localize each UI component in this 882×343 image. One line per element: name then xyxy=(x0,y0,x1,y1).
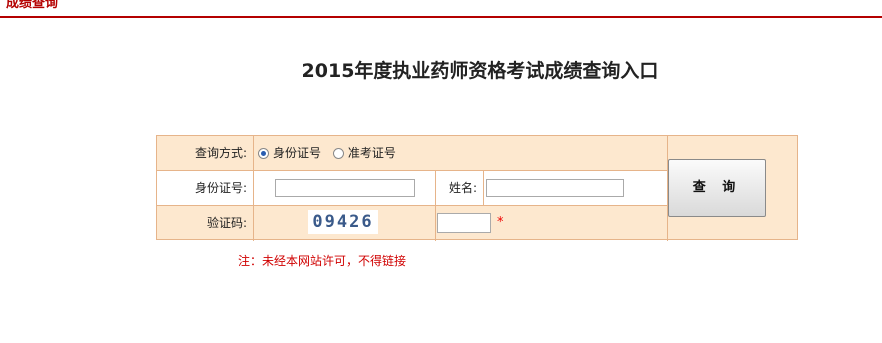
name-field[interactable] xyxy=(486,179,624,197)
name-cell xyxy=(484,171,667,205)
radio-ticket-number[interactable] xyxy=(332,148,344,159)
id-number-cell xyxy=(254,171,435,205)
id-number-label: 身份证号: xyxy=(157,171,253,205)
option-ticket-number[interactable]: 准考证号 xyxy=(332,146,396,160)
top-banner-text: 成绩查询 xyxy=(6,0,59,11)
id-number-field[interactable] xyxy=(275,179,415,197)
option-id-number[interactable]: 身份证号 xyxy=(258,146,325,160)
query-button[interactable]: 查 询 xyxy=(668,159,766,217)
option-id-number-label: 身份证号 xyxy=(273,146,322,160)
name-label: 姓名: xyxy=(436,171,483,205)
link-notice: 注：未经本网站许可，不得链接 xyxy=(238,254,407,268)
captcha-field[interactable] xyxy=(437,213,491,233)
top-banner: 成绩查询 xyxy=(0,0,882,18)
captcha-image[interactable]: 09426 xyxy=(308,210,378,234)
query-method-label: 查询方式: xyxy=(194,146,247,160)
query-method-options: 身份证号 准考证号 xyxy=(254,136,667,170)
required-asterisk: * xyxy=(497,215,504,230)
captcha-cell: 09426 xyxy=(254,206,435,240)
option-ticket-number-label: 准考证号 xyxy=(347,146,396,160)
radio-id-number[interactable] xyxy=(258,148,269,159)
page-title: 2015年度执业药师资格考试成绩查询入口 xyxy=(301,60,659,82)
captcha-label: 验证码: xyxy=(206,216,247,230)
captcha-input-cell: * xyxy=(436,206,667,240)
